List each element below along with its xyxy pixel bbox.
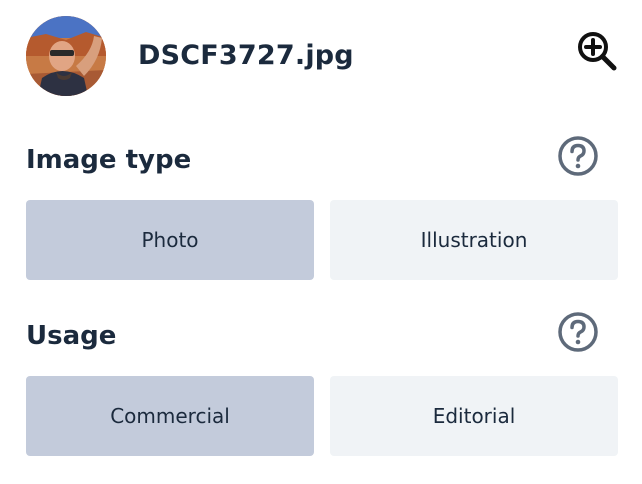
image-type-heading: Image type: [26, 145, 192, 175]
image-type-option-photo[interactable]: Photo: [26, 200, 314, 280]
image-details-panel: DSCF3727.jpg Image type Photo Illustrati…: [0, 0, 642, 484]
file-name: DSCF3727.jpg: [138, 40, 354, 71]
image-thumbnail[interactable]: [26, 16, 106, 96]
thumbnail-image: [26, 16, 106, 96]
file-header: DSCF3727.jpg: [26, 16, 620, 96]
usage-option-commercial[interactable]: Commercial: [26, 376, 314, 456]
image-type-help-icon[interactable]: [557, 135, 599, 177]
usage-help-icon[interactable]: [557, 311, 599, 353]
usage-option-editorial[interactable]: Editorial: [330, 376, 618, 456]
image-type-option-illustration[interactable]: Illustration: [330, 200, 618, 280]
usage-heading: Usage: [26, 321, 117, 351]
zoom-in-icon[interactable]: [574, 28, 620, 74]
